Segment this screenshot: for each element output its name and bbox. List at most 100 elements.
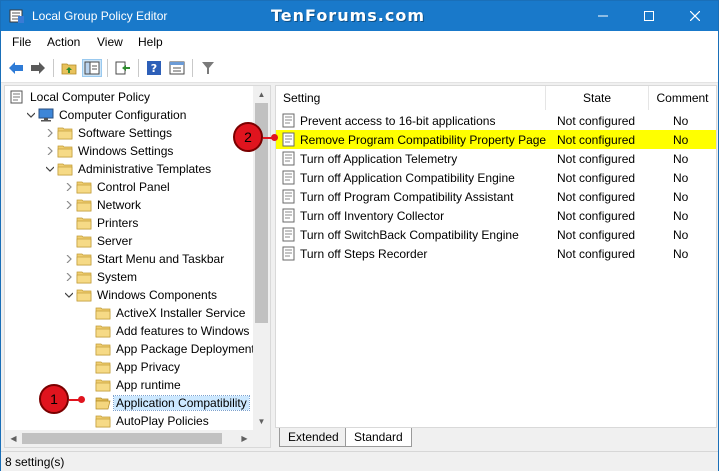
tree-horizontal-scroll-thumb[interactable] [22,433,222,444]
tree-item-autoplay-policies[interactable]: AutoPlay Policies [5,412,255,430]
setting-row[interactable]: Turn off Inventory Collector Not configur… [276,206,716,225]
tree-item-local-computer-policy[interactable]: Local Computer Policy [5,88,255,106]
chevron-right-icon[interactable] [45,127,55,139]
setting-state: Not configured [557,133,636,147]
tree-item-windows-settings[interactable]: Windows Settings [5,142,255,160]
folder-icon [57,162,73,176]
setting-comment: No [673,133,689,147]
properties-button[interactable] [167,59,187,77]
toolbar: ? [1,53,718,83]
tree-expander-empty [83,415,93,427]
minimize-button[interactable] [580,1,626,31]
menu-view[interactable]: View [97,35,123,49]
toolbar-separator [192,59,193,77]
setting-row[interactable]: Turn off Application Compatibility Engin… [276,168,716,187]
setting-row[interactable]: Prevent access to 16-bit applications Not… [276,111,716,130]
tree-item-label: Printers [97,216,139,230]
view-tabs: Extended Standard [275,428,717,448]
close-button[interactable] [672,1,718,31]
folder-icon [76,180,92,194]
tree-item-control-panel[interactable]: Control Panel [5,178,255,196]
callout-dot-2 [271,134,278,141]
column-header-state[interactable]: State [546,86,649,110]
tree-item-label: Windows Components [97,288,218,302]
tree-item-label: Local Computer Policy [30,90,151,104]
setting-comment: No [673,190,689,204]
tree-item-start-menu-and-taskbar[interactable]: Start Menu and Taskbar [5,250,255,268]
tree-item-printers[interactable]: Printers [5,214,255,232]
column-header-setting[interactable]: Setting [276,86,546,110]
tree-item-network[interactable]: Network [5,196,255,214]
chevron-right-icon[interactable] [64,271,74,283]
setting-row[interactable]: Turn off SwitchBack Compatibility Engine… [276,225,716,244]
folder-icon [57,126,73,140]
tree-expander-empty [83,361,93,373]
chevron-right-icon[interactable] [45,145,55,157]
folder-icon [76,234,92,248]
export-list-button[interactable] [113,59,133,77]
scroll-up-icon[interactable]: ▲ [253,86,270,103]
tree-item-add-features-to-windows-10[interactable]: Add features to Windows 10 [5,322,266,340]
setting-row[interactable]: Turn off Application Telemetry Not config… [276,149,716,168]
menu-action[interactable]: Action [47,35,80,49]
up-one-level-button[interactable] [59,59,79,77]
tab-standard[interactable]: Standard [345,428,412,447]
setting-name: Turn off Steps Recorder [300,247,428,261]
chevron-down-icon[interactable] [64,289,74,301]
setting-name: Turn off Program Compatibility Assistant [300,190,514,204]
policy-setting-icon [282,113,295,128]
settings-list[interactable]: Setting State Comment Prevent access to … [275,85,717,428]
tree-item-computer-configuration[interactable]: Computer Configuration [5,106,255,124]
setting-name: Prevent access to 16-bit applications [300,114,496,128]
tree-item-software-settings[interactable]: Software Settings [5,124,255,142]
tree-item-administrative-templates[interactable]: Administrative Templates [5,160,255,178]
tree-item-label: Software Settings [78,126,173,140]
column-header-comment[interactable]: Comment [649,86,716,110]
menu-help[interactable]: Help [138,35,163,49]
tree-item-activex-installer-service[interactable]: ActiveX Installer Service [5,304,255,322]
toolbar-separator [107,59,108,77]
tree-item-app-package-deployment[interactable]: App Package Deployment [5,340,255,358]
help-button[interactable]: ? [144,59,164,77]
window-title: Local Group Policy Editor [32,9,168,23]
chevron-down-icon[interactable] [26,109,36,121]
chevron-right-icon[interactable] [64,181,74,193]
back-arrow-icon [9,62,23,74]
back-button[interactable] [6,59,26,77]
title-bar[interactable]: Local Group Policy Editor TenForums.com [1,1,718,31]
tree-item-label: Network [97,198,142,212]
chevron-down-icon[interactable] [45,163,55,175]
tree-item-label: System [97,270,138,284]
menu-file[interactable]: File [12,35,31,49]
scroll-down-icon[interactable]: ▼ [253,413,270,430]
toolbar-separator [53,59,54,77]
setting-state: Not configured [557,247,636,261]
app-window: Local Group Policy Editor TenForums.com … [0,0,719,471]
filter-button[interactable] [198,59,218,77]
tree-item-windows-components[interactable]: Windows Components [5,286,255,304]
show-hide-tree-button[interactable] [82,59,102,77]
computer-icon [38,108,54,122]
maximize-button[interactable] [626,1,672,31]
folder-icon [76,252,92,266]
tree-item-label: App Package Deployment [116,342,255,356]
setting-state: Not configured [557,228,636,242]
setting-row[interactable]: Turn off Steps Recorder Not configured No [276,244,716,263]
tree-item-server[interactable]: Server [5,232,255,250]
scroll-right-icon[interactable]: ▶ [236,430,253,447]
tree-item-app-privacy[interactable]: App Privacy [5,358,255,376]
chevron-right-icon[interactable] [64,199,74,211]
chevron-right-icon[interactable] [64,253,74,265]
setting-row[interactable]: Remove Program Compatibility Property Pa… [276,130,716,149]
callout-dot-1 [78,396,85,403]
tree-item-label: Control Panel [97,180,170,194]
tree-horizontal-scrollbar[interactable]: ◀ ▶ [5,430,270,447]
setting-name: Remove Program Compatibility Property Pa… [300,133,547,147]
tab-extended[interactable]: Extended [279,428,348,447]
scroll-left-icon[interactable]: ◀ [5,430,22,447]
policy-setting-icon [282,189,295,204]
forward-button[interactable] [28,59,48,77]
tree-item-system[interactable]: System [5,268,255,286]
setting-comment: No [673,228,689,242]
setting-row[interactable]: Turn off Program Compatibility Assistant… [276,187,716,206]
